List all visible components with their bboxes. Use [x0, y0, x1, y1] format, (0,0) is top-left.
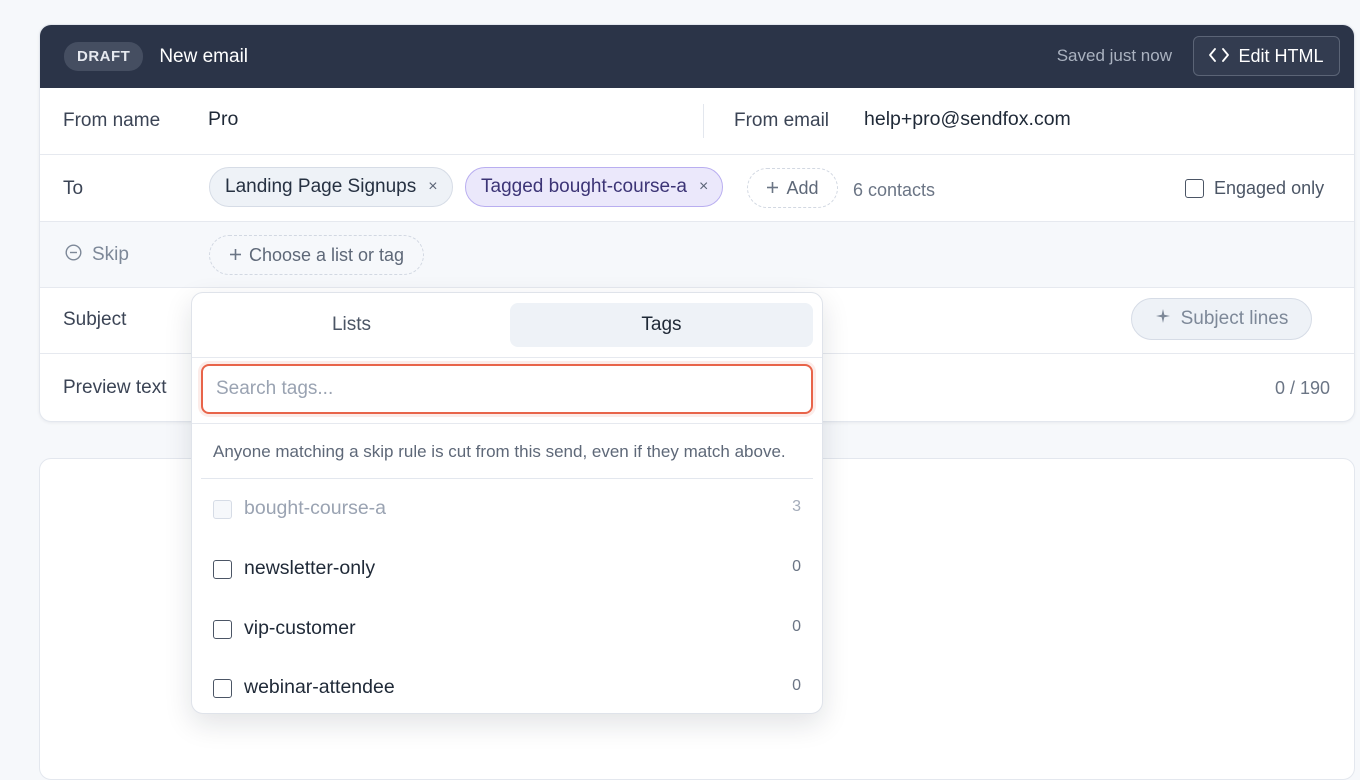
field-divider	[703, 104, 704, 138]
tag-count: 3	[792, 498, 801, 515]
tag-option[interactable]: webinar-attendee 0	[192, 660, 822, 713]
to-row: To Landing Page Signups × Tagged bought-…	[40, 154, 1354, 221]
edit-html-button[interactable]: Edit HTML	[1193, 36, 1340, 76]
tag-name: webinar-attendee	[244, 676, 395, 698]
status-badge: DRAFT	[64, 42, 144, 71]
tag-count: 0	[792, 677, 801, 694]
subject-lines-label: Subject lines	[1180, 308, 1289, 329]
search-tags-input[interactable]	[201, 364, 813, 414]
tag-name: bought-course-a	[244, 497, 387, 519]
skip-row: Skip Choose a list or tag	[40, 221, 1354, 287]
skip-picker-dropdown: Lists Tags Anyone matching a skip rule i…	[191, 292, 823, 714]
add-label: Add	[786, 177, 819, 198]
sparkle-icon	[1155, 308, 1171, 330]
subject-lines-button[interactable]: Subject lines	[1131, 298, 1312, 340]
preview-text-label: Preview text	[63, 377, 167, 398]
tag-count: 0	[792, 558, 801, 575]
from-row: From name Pro From email help+pro@sendfo…	[40, 88, 1354, 154]
to-label: To	[63, 178, 84, 199]
tag-checkbox[interactable]	[213, 560, 232, 579]
divider	[201, 478, 813, 479]
from-email-field[interactable]: help+pro@sendfox.com	[864, 108, 1071, 131]
tag-checkbox[interactable]	[213, 679, 232, 698]
subject-label: Subject	[63, 309, 127, 330]
skip-label-group: Skip	[65, 244, 129, 266]
email-title: New email	[159, 45, 249, 67]
tag-name: newsletter-only	[244, 557, 376, 579]
tag-option[interactable]: vip-customer 0	[192, 601, 822, 657]
skip-label: Skip	[92, 244, 129, 265]
plus-icon	[229, 245, 242, 266]
engaged-only-checkbox[interactable]	[1185, 179, 1204, 198]
chip-label: Landing Page Signups	[225, 176, 417, 197]
picker-tabs: Lists Tags	[192, 293, 822, 358]
tag-checkbox	[213, 500, 232, 519]
tab-tags[interactable]: Tags	[510, 303, 813, 347]
divider	[192, 423, 822, 424]
edit-html-label: Edit HTML	[1238, 45, 1324, 66]
skip-rule-hint: Anyone matching a skip rule is cut from …	[213, 442, 786, 461]
add-recipient-button[interactable]: Add	[747, 168, 838, 208]
tag-name: vip-customer	[244, 617, 356, 639]
choose-list-or-tag-button[interactable]: Choose a list or tag	[209, 235, 424, 275]
from-name-label: From name	[63, 110, 161, 131]
recipient-chip-tag[interactable]: Tagged bought-course-a ×	[465, 167, 724, 207]
remove-chip-icon[interactable]: ×	[699, 178, 708, 196]
contact-count: 6 contacts	[853, 180, 936, 200]
from-email-label: From email	[734, 110, 830, 131]
tag-count: 0	[792, 618, 801, 635]
remove-chip-icon[interactable]: ×	[428, 178, 437, 196]
tab-lists[interactable]: Lists	[200, 303, 503, 347]
plus-icon	[766, 178, 779, 199]
composer-header: DRAFT New email Saved just now Edit HTML	[40, 25, 1354, 88]
from-name-field[interactable]: Pro	[208, 108, 238, 131]
saved-status: Saved just now	[1056, 46, 1172, 65]
engaged-only-toggle[interactable]: Engaged only	[1185, 178, 1324, 199]
engaged-only-label: Engaged only	[1214, 178, 1325, 198]
minus-circle-icon	[65, 244, 82, 266]
choose-label: Choose a list or tag	[248, 244, 405, 265]
recipient-chip-list[interactable]: Landing Page Signups ×	[209, 167, 453, 207]
tag-option: bought-course-a 3	[192, 481, 822, 537]
tag-checkbox[interactable]	[213, 620, 232, 639]
chip-label: Tagged bought-course-a	[481, 176, 687, 197]
code-icon	[1209, 46, 1230, 67]
tag-option[interactable]: newsletter-only 0	[192, 541, 822, 597]
preview-char-counter: 0 / 190	[1274, 378, 1330, 398]
